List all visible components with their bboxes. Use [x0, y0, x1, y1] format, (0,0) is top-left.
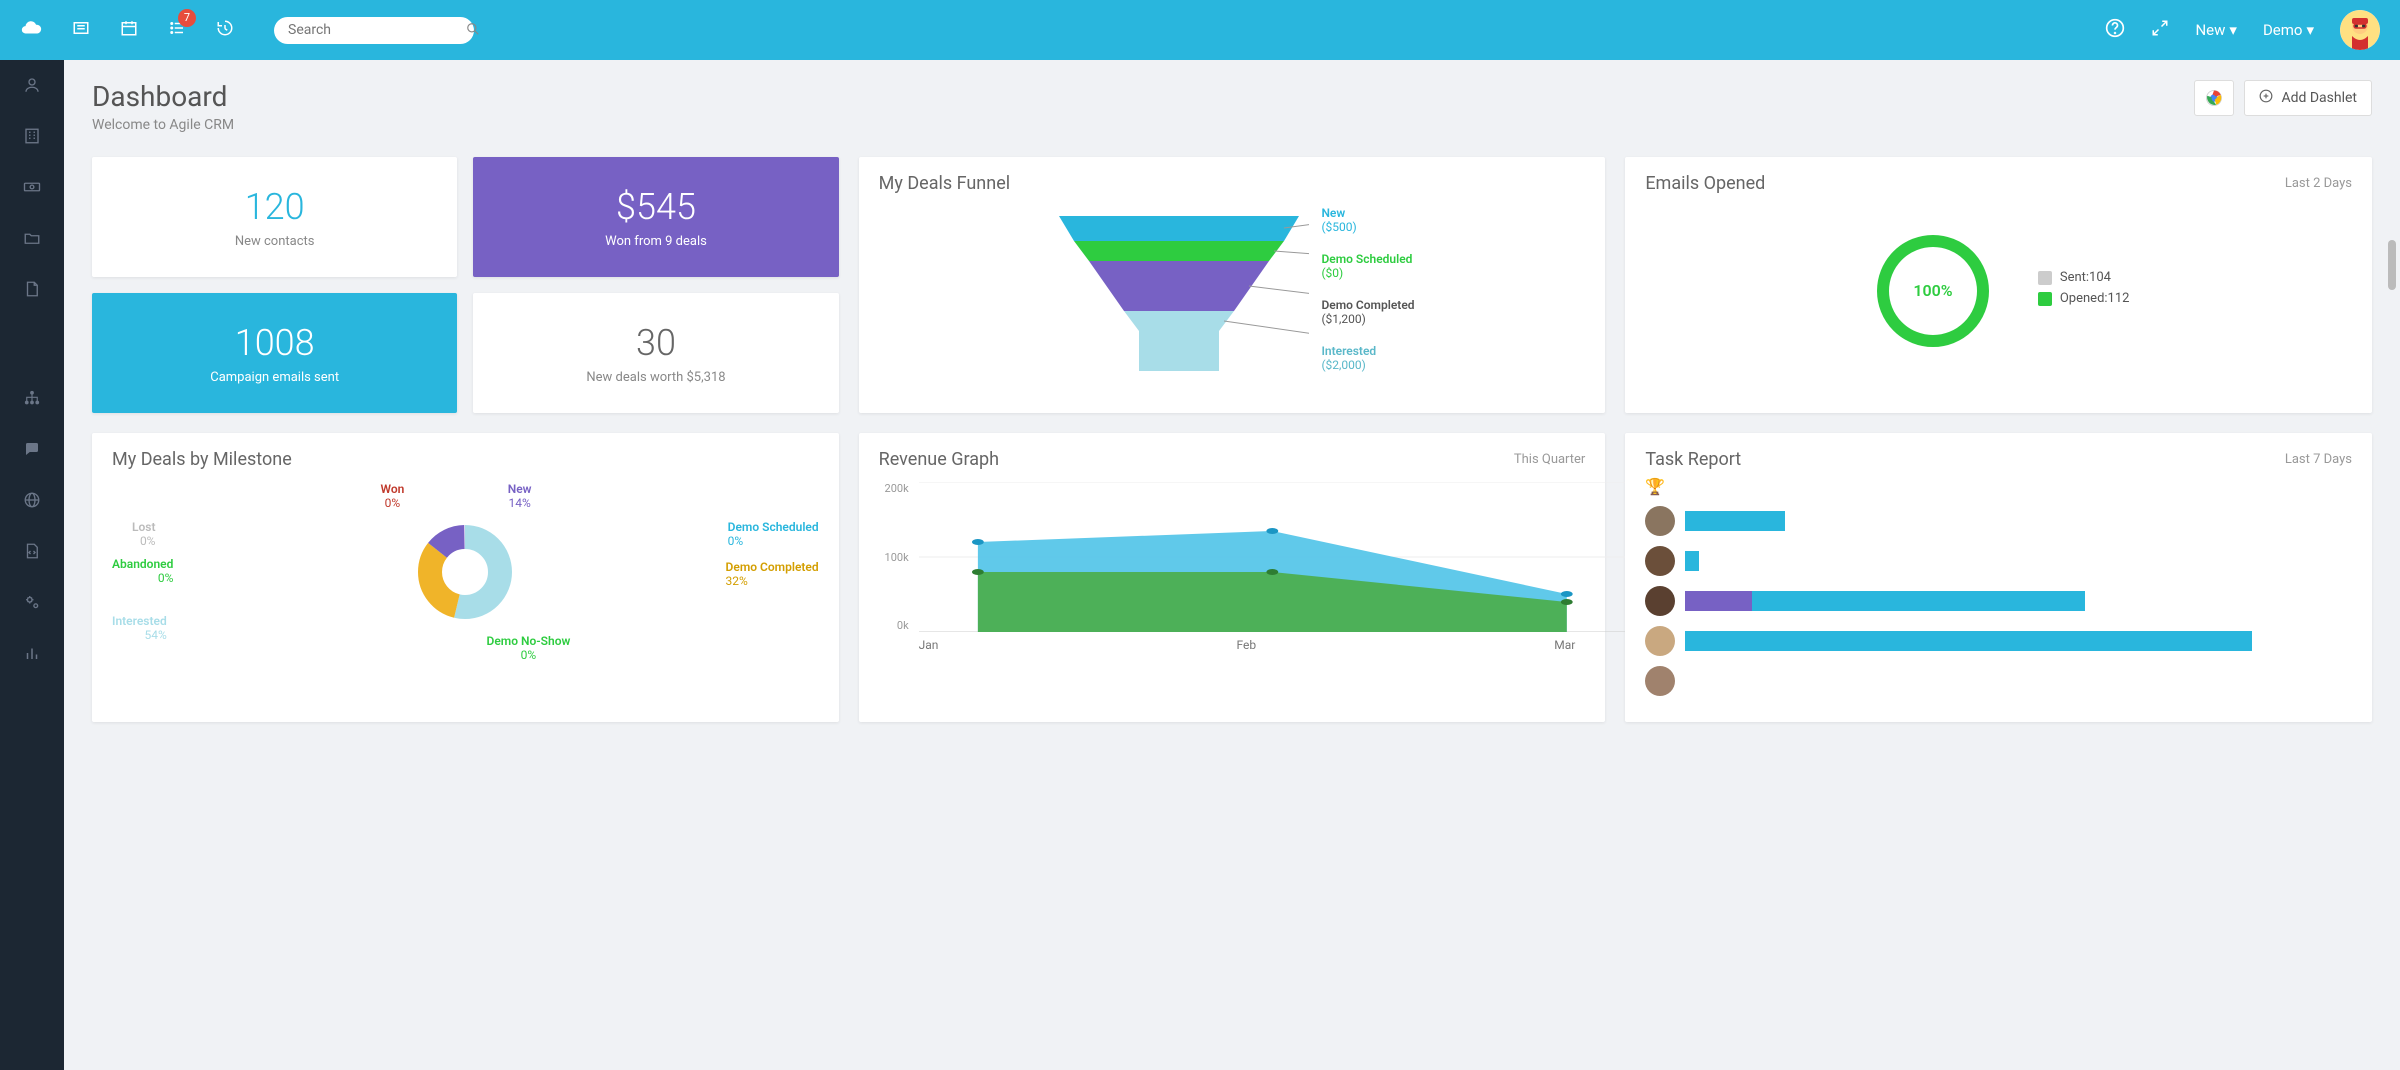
tile-new-contacts[interactable]: 120 New contacts — [92, 157, 457, 277]
avatar — [1645, 626, 1675, 656]
topbar-right: New ▾ Demo ▾ — [2105, 10, 2380, 50]
milestone-title: My Deals by Milestone — [112, 449, 292, 470]
task-row — [1645, 626, 2352, 656]
list-card-icon[interactable] — [72, 19, 90, 42]
revenue-range: This Quarter — [1514, 452, 1585, 467]
orgchart-icon[interactable] — [23, 389, 41, 412]
page-title: Dashboard — [92, 80, 234, 113]
emails-legend: Sent:104 Opened:112 — [2038, 270, 2130, 312]
main-content: Dashboard Welcome to Agile CRM Add Dashl… — [64, 60, 2400, 1070]
funnel-chart — [1049, 206, 1309, 376]
task-rows: 🏆 — [1645, 476, 2352, 696]
revenue-title: Revenue Graph — [879, 449, 999, 470]
task-row — [1645, 546, 2352, 576]
globe-icon[interactable] — [23, 491, 41, 514]
card-deals-funnel: My Deals Funnel New($500) — [859, 157, 1606, 413]
code-doc-icon[interactable] — [23, 542, 41, 565]
history-icon[interactable] — [216, 19, 234, 42]
tile-won-deals[interactable]: $545 Won from 9 deals — [473, 157, 838, 277]
emails-range: Last 2 Days — [2285, 176, 2352, 191]
card-milestone: My Deals by Milestone Won0% New14% Demo … — [92, 433, 839, 722]
folder-icon[interactable] — [23, 229, 41, 252]
money-icon[interactable] — [23, 178, 41, 201]
add-dashlet-button[interactable]: Add Dashlet — [2244, 80, 2372, 116]
tile-emails-sent[interactable]: 1008 Campaign emails sent — [92, 293, 457, 413]
tasks-range: Last 7 Days — [2285, 452, 2352, 467]
milestone-donut-chart — [410, 517, 520, 627]
new-dropdown[interactable]: New ▾ — [2195, 21, 2236, 39]
card-emails-opened: Emails Opened Last 2 Days 100% Sent:104 … — [1625, 157, 2372, 413]
search-icon[interactable] — [466, 21, 480, 40]
document-icon[interactable] — [23, 280, 41, 303]
task-row — [1645, 666, 2352, 696]
company-icon[interactable] — [23, 127, 41, 150]
tasks-icon[interactable]: 7 — [168, 19, 186, 42]
avatar — [1645, 546, 1675, 576]
avatar[interactable] — [2340, 10, 2380, 50]
topbar: 7 New ▾ Demo ▾ — [0, 0, 2400, 60]
card-task-report: Task Report Last 7 Days 🏆 — [1625, 433, 2372, 722]
scrollbar[interactable] — [2388, 240, 2396, 290]
cloud-icon[interactable] — [20, 17, 42, 44]
tasks-title: Task Report — [1645, 449, 1741, 470]
funnel-labels: New($500) Demo Scheduled($0) Demo Comple… — [1321, 206, 1414, 372]
task-row — [1645, 586, 2352, 616]
page-subtitle: Welcome to Agile CRM — [92, 117, 234, 133]
avatar — [1645, 666, 1675, 696]
stat-tiles: 120 New contacts $545 Won from 9 deals 1… — [92, 157, 839, 413]
chevron-down-icon: ▾ — [2229, 21, 2237, 39]
user-dropdown[interactable]: Demo ▾ — [2263, 21, 2314, 39]
gears-icon[interactable] — [23, 593, 41, 616]
funnel-title: My Deals Funnel — [879, 173, 1010, 194]
sidebar — [0, 60, 64, 1070]
calendar-icon[interactable] — [120, 19, 138, 42]
card-revenue: Revenue Graph This Quarter 200k 100k 0k — [859, 433, 1606, 722]
chevron-down-icon: ▾ — [2306, 21, 2314, 39]
search-box[interactable] — [274, 17, 474, 44]
fullscreen-icon[interactable] — [2151, 19, 2169, 42]
avatar — [1645, 506, 1675, 536]
help-icon[interactable] — [2105, 18, 2125, 43]
search-input[interactable] — [288, 22, 466, 38]
chrome-ext-button[interactable] — [2194, 80, 2234, 116]
chat-icon[interactable] — [23, 440, 41, 463]
tasks-badge: 7 — [178, 9, 196, 27]
revenue-chart: 200k 100k 0k Jan — [879, 482, 1586, 652]
task-row — [1645, 506, 2352, 536]
person-icon[interactable] — [23, 76, 41, 99]
barchart-icon[interactable] — [23, 644, 41, 667]
task-row: 🏆 — [1645, 476, 2352, 496]
emails-title: Emails Opened — [1645, 173, 1765, 194]
tile-new-deals[interactable]: 30 New deals worth $5,318 — [473, 293, 838, 413]
plus-icon — [2259, 89, 2273, 107]
emails-donut-chart: 100% — [1868, 226, 1998, 356]
svg-text:100%: 100% — [1913, 281, 1952, 300]
topbar-left: 7 — [20, 17, 234, 44]
avatar — [1645, 586, 1675, 616]
